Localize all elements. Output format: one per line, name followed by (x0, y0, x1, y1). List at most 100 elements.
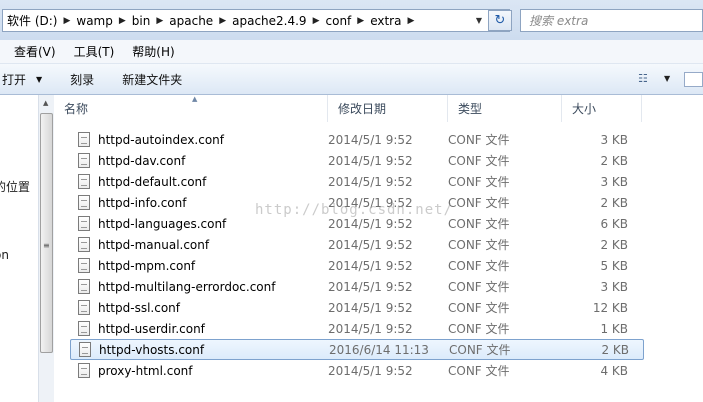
sort-up-icon: ▲ (192, 95, 198, 103)
menu-view[interactable]: 查看(V) (14, 43, 56, 60)
file-date: 2014/5/1 9:52 (328, 216, 413, 231)
file-size: 2 KB (600, 153, 628, 168)
search-input[interactable]: 搜索 extra (520, 9, 703, 32)
open-button[interactable]: 打开 ▼ (2, 71, 42, 88)
burn-button[interactable]: 刻录 (70, 71, 94, 88)
file-date: 2014/5/1 9:52 (328, 237, 413, 252)
file-name: httpd-ssl.conf (98, 300, 181, 315)
file-icon (78, 174, 90, 189)
breadcrumb-extra[interactable]: extra (366, 10, 405, 31)
file-name: httpd-languages.conf (98, 216, 227, 231)
column-name-label: 名称 (64, 102, 89, 116)
file-icon (78, 237, 90, 252)
file-row[interactable]: httpd-manual.conf 2014/5/1 9:52 CONF 文件 2 K… (70, 234, 644, 255)
breadcrumb-bin[interactable]: bin (128, 10, 155, 31)
file-date: 2014/5/1 9:52 (328, 363, 413, 378)
column-type[interactable]: 类型 (448, 95, 562, 122)
file-icon (79, 342, 91, 357)
file-size: 3 KB (600, 279, 628, 294)
preview-pane-icon[interactable] (684, 72, 703, 87)
file-size: 3 KB (600, 174, 628, 189)
file-type: CONF 文件 (448, 217, 510, 231)
file-icon (78, 321, 90, 336)
breadcrumb-apache249[interactable]: apache2.4.9 (228, 10, 310, 31)
scrollbar-thumb[interactable]: ≡ (40, 113, 53, 353)
file-name-cell: httpd-dav.conf (70, 153, 328, 168)
column-size[interactable]: 大小 (562, 95, 642, 122)
file-row[interactable]: httpd-userdir.conf 2014/5/1 9:52 CONF 文件 1 … (70, 318, 644, 339)
nav-scrollbar[interactable]: ▲ ≡ (38, 95, 54, 402)
file-row[interactable]: httpd-dav.conf 2014/5/1 9:52 CONF 文件 2 KB (70, 150, 644, 171)
breadcrumb-conf[interactable]: conf (322, 10, 356, 31)
address-bar[interactable]: 软件 (D:) ▶ wamp ▶ bin ▶ apache ▶ apache2.… (2, 9, 510, 32)
file-name: httpd-dav.conf (98, 153, 186, 168)
file-name-cell: httpd-ssl.conf (70, 300, 328, 315)
file-row[interactable]: httpd-default.conf 2014/5/1 9:52 CONF 文件 3 … (70, 171, 644, 192)
grip-icon: ≡ (43, 241, 50, 250)
column-name[interactable]: ▲ 名称 (54, 95, 328, 122)
file-name: httpd-userdir.conf (98, 321, 205, 336)
file-row[interactable]: httpd-multilang-errordoc.conf 2014/5/1 9:… (70, 276, 644, 297)
nav-item-on[interactable]: on (0, 248, 9, 262)
file-type: CONF 文件 (448, 364, 510, 378)
file-name-cell: proxy-html.conf (70, 363, 328, 378)
file-name-cell: httpd-mpm.conf (70, 258, 328, 273)
menu-tools[interactable]: 工具(T) (74, 43, 115, 60)
search-placeholder: 搜索 extra (529, 14, 589, 28)
file-type: CONF 文件 (448, 154, 510, 168)
file-size: 4 KB (600, 363, 628, 378)
file-size: 2 KB (601, 342, 629, 357)
file-row[interactable]: httpd-ssl.conf 2014/5/1 9:52 CONF 文件 12 KB (70, 297, 644, 318)
refresh-icon[interactable]: ↻ (488, 10, 512, 31)
file-type: CONF 文件 (448, 238, 510, 252)
breadcrumb-apache[interactable]: apache (165, 10, 217, 31)
file-name: httpd-default.conf (98, 174, 207, 189)
file-date: 2014/5/1 9:52 (328, 279, 413, 294)
navigation-pane: 的位置 on (0, 95, 38, 402)
file-name-cell: httpd-manual.conf (70, 237, 328, 252)
breadcrumb-wamp[interactable]: wamp (72, 10, 116, 31)
file-row[interactable]: httpd-mpm.conf 2014/5/1 9:52 CONF 文件 5 KB (70, 255, 644, 276)
file-row[interactable]: proxy-html.conf 2014/5/1 9:52 CONF 文件 4 KB (70, 360, 644, 381)
file-name-cell: httpd-userdir.conf (70, 321, 328, 336)
column-type-label: 类型 (458, 102, 483, 116)
file-type: CONF 文件 (448, 196, 510, 210)
file-name-cell: httpd-vhosts.conf (71, 342, 329, 357)
address-dropdown-icon[interactable]: ▼ (471, 10, 487, 31)
file-size: 1 KB (600, 321, 628, 336)
file-name-cell: httpd-default.conf (70, 174, 328, 189)
file-icon (78, 363, 90, 378)
file-size: 5 KB (600, 258, 628, 273)
open-label: 打开 (2, 72, 27, 87)
menu-bar: 查看(V) 工具(T) 帮助(H) (0, 40, 703, 64)
new-folder-button[interactable]: 新建文件夹 (122, 71, 182, 88)
file-size: 2 KB (600, 237, 628, 252)
view-details-icon[interactable]: ☷ (638, 72, 654, 86)
chevron-right-icon[interactable]: ▶ (61, 16, 72, 26)
scroll-up-icon[interactable]: ▲ (43, 99, 48, 107)
file-name: httpd-manual.conf (98, 237, 210, 252)
chevron-down-icon: ▼ (36, 74, 43, 84)
file-size: 3 KB (600, 132, 628, 147)
chevron-right-icon[interactable]: ▶ (405, 16, 416, 26)
menu-help[interactable]: 帮助(H) (132, 43, 174, 60)
watermark: http://blog.csdn.net/ (255, 202, 454, 218)
chevron-right-icon[interactable]: ▶ (217, 16, 228, 26)
chevron-right-icon[interactable]: ▶ (311, 16, 322, 26)
chevron-right-icon[interactable]: ▶ (117, 16, 128, 26)
column-date-label: 修改日期 (338, 102, 387, 116)
file-row[interactable]: httpd-autoindex.conf 2014/5/1 9:52 CONF 文件… (70, 129, 644, 150)
chevron-down-icon[interactable]: ▼ (664, 74, 670, 83)
file-row[interactable]: httpd-vhosts.conf 2016/6/14 11:13 CONF 文件 2… (70, 339, 644, 360)
chevron-right-icon[interactable]: ▶ (154, 16, 165, 26)
file-size: 6 KB (600, 216, 628, 231)
column-date[interactable]: 修改日期 (328, 95, 448, 122)
file-name: httpd-mpm.conf (98, 258, 196, 273)
file-icon (78, 216, 90, 231)
breadcrumb-drive[interactable]: 软件 (D:) (3, 10, 61, 31)
file-type: CONF 文件 (449, 343, 511, 357)
chevron-right-icon[interactable]: ▶ (355, 16, 366, 26)
address-row: 软件 (D:) ▶ wamp ▶ bin ▶ apache ▶ apache2.… (0, 0, 703, 40)
file-date: 2014/5/1 9:52 (328, 153, 413, 168)
nav-item-locations[interactable]: 的位置 (0, 178, 30, 195)
